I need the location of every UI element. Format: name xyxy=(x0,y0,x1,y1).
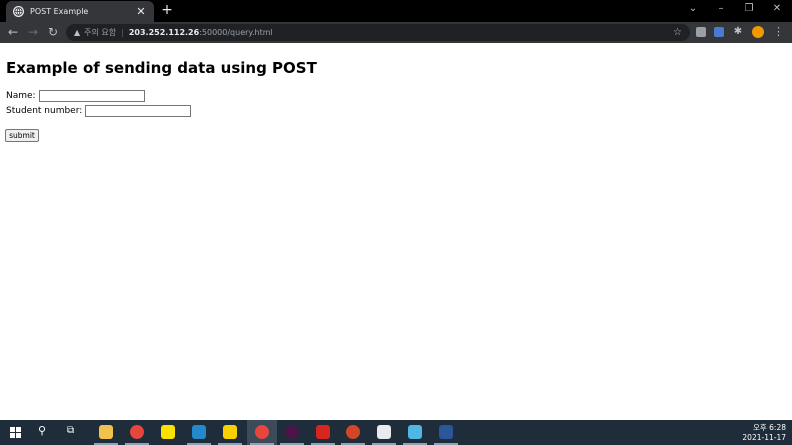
close-tab-icon[interactable]: ✕ xyxy=(134,5,148,18)
browser-toolbar: ← → ↻ ▲ 주의 요함 | 203.252.112.26 :50000/qu… xyxy=(0,22,792,43)
name-row: Name: xyxy=(6,90,145,102)
window-close-icon[interactable]: ✕ xyxy=(770,3,784,14)
name-label: Name: xyxy=(6,91,36,101)
file-explorer-icon[interactable] xyxy=(99,425,113,439)
globe-icon xyxy=(13,6,24,17)
profile-avatar[interactable] xyxy=(752,26,764,38)
student-number-row: Student number: xyxy=(6,105,192,117)
tab-title: POST Example xyxy=(30,7,89,16)
chrome-icon[interactable] xyxy=(130,425,144,439)
name-input[interactable] xyxy=(38,90,145,102)
vscode-icon[interactable] xyxy=(192,425,206,439)
windows-start-icon[interactable] xyxy=(10,427,21,438)
notepad-icon[interactable] xyxy=(377,425,391,439)
url-path: :50000/query.html xyxy=(199,28,273,37)
address-separator: | xyxy=(121,28,124,37)
word-icon[interactable] xyxy=(439,425,453,439)
page-heading: Example of sending data using POST xyxy=(6,59,317,77)
web-page: Example of sending data using POST Name:… xyxy=(0,43,792,420)
browser-tab[interactable]: POST Example ✕ xyxy=(6,1,154,22)
bookmark-star-icon[interactable]: ☆ xyxy=(673,27,682,38)
address-bar[interactable]: ▲ 주의 요함 | 203.252.112.26 :50000/query.ht… xyxy=(66,24,690,41)
powerpoint-icon[interactable] xyxy=(346,425,360,439)
task-view-icon[interactable]: ⧉ xyxy=(67,425,74,436)
chrome-active-icon[interactable] xyxy=(255,425,269,439)
sticky-notes-icon[interactable] xyxy=(223,425,237,439)
search-icon[interactable]: ⚲ xyxy=(38,424,46,437)
windows-taskbar: ⚲ ⧉ 오후 6:28 2021-11-17 xyxy=(0,420,792,445)
extensions-puzzle-icon[interactable]: ✱ xyxy=(731,24,745,40)
clock-date: 2021-11-17 xyxy=(742,433,786,442)
new-tab-icon[interactable]: + xyxy=(160,2,174,18)
forward-icon[interactable]: → xyxy=(26,24,40,40)
system-clock[interactable]: 오후 6:28 2021-11-17 xyxy=(742,423,786,443)
tab-search-icon[interactable]: ⌄ xyxy=(686,3,700,14)
warning-icon[interactable]: ▲ xyxy=(74,28,80,37)
extension-icon[interactable] xyxy=(696,27,706,37)
submit-button[interactable]: submit xyxy=(5,129,39,142)
kakaotalk-icon[interactable] xyxy=(161,425,175,439)
security-warning-text[interactable]: 주의 요함 xyxy=(84,27,116,38)
restore-icon[interactable]: ❐ xyxy=(742,3,756,14)
back-icon[interactable]: ← xyxy=(6,24,20,40)
snip-tool-icon[interactable] xyxy=(408,425,422,439)
title-bar: POST Example ✕ + ⌄ – ❐ ✕ xyxy=(0,0,792,22)
url-host: 203.252.112.26 xyxy=(128,28,200,37)
menu-kebab-icon[interactable]: ⋮ xyxy=(773,25,784,38)
student-number-label: Student number: xyxy=(6,106,83,116)
slack-icon[interactable] xyxy=(285,425,299,439)
clock-time: 오후 6:28 xyxy=(752,423,786,432)
student-number-input[interactable] xyxy=(85,105,192,117)
reload-icon[interactable]: ↻ xyxy=(46,24,60,40)
extension-icon-2[interactable] xyxy=(714,27,724,37)
acrobat-icon[interactable] xyxy=(316,425,330,439)
minimize-icon[interactable]: – xyxy=(714,3,728,14)
